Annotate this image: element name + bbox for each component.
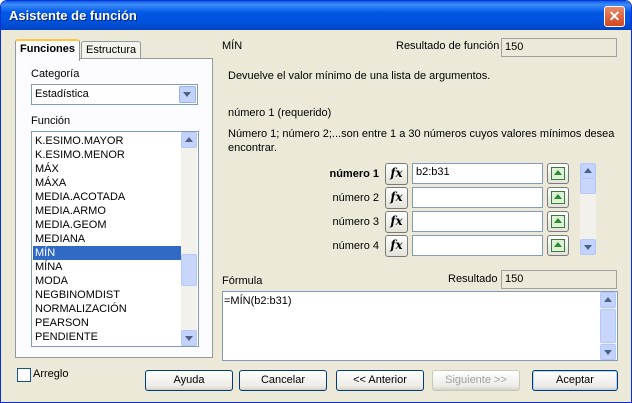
shrink-icon[interactable]: [547, 163, 569, 184]
array-checkbox[interactable]: [17, 368, 31, 382]
functions-panel: Categoría Estadística Función K.ESIMO.MA…: [15, 58, 213, 358]
arguments-scrollbar[interactable]: [580, 163, 596, 255]
list-item[interactable]: MEDIA.ACOTADA: [33, 190, 182, 204]
list-item[interactable]: MÍNA: [33, 260, 182, 274]
ok-button[interactable]: Aceptar: [532, 370, 618, 391]
shrink-icon[interactable]: [547, 187, 569, 208]
formula-label: Fórmula: [222, 275, 263, 287]
scroll-down-icon[interactable]: [600, 344, 616, 360]
list-item[interactable]: MEDIANA: [33, 232, 182, 246]
list-item[interactable]: MEDIA.ARMO: [33, 204, 182, 218]
argument-title: número 1 (requerido): [228, 107, 332, 119]
scroll-up-icon[interactable]: [181, 132, 197, 148]
argument-description-line2: encontrar.: [228, 142, 277, 154]
scroll-thumb[interactable]: [580, 178, 596, 194]
cancel-button[interactable]: Cancelar: [239, 370, 327, 391]
arg-1-input[interactable]: b2:b31: [412, 163, 543, 184]
function-result-label: Resultado de función: [396, 40, 500, 52]
fx-icon[interactable]: fx: [385, 235, 408, 257]
formula-result-label: Resultado: [448, 273, 498, 285]
array-checkbox-label: Arreglo: [33, 368, 69, 380]
formula-editor[interactable]: =MÍN(b2:b31): [222, 291, 618, 361]
function-description: Devuelve el valor mínimo de una lista de…: [228, 70, 491, 82]
list-item[interactable]: K.ESIMO.MENOR: [33, 148, 182, 162]
arg-4-label: número 4: [332, 240, 379, 252]
fx-icon[interactable]: fx: [385, 187, 408, 209]
function-name: MÍN: [222, 40, 243, 52]
arg-2-label: número 2: [332, 192, 379, 204]
function-result-field: 150: [501, 38, 617, 57]
arg-1-value: b2:b31: [416, 166, 450, 178]
scroll-up-icon[interactable]: [600, 292, 616, 308]
list-item[interactable]: MÁX: [33, 162, 182, 176]
scroll-thumb[interactable]: [600, 309, 616, 343]
formula-result-value: 150: [505, 273, 524, 285]
title-bar[interactable]: Asistente de función ✕: [1, 1, 631, 30]
next-button[interactable]: Siguiente >>: [432, 370, 520, 391]
scroll-thumb[interactable]: [181, 254, 197, 286]
formula-text: =MÍN(b2:b31): [224, 295, 292, 307]
scroll-down-icon[interactable]: [580, 239, 596, 255]
category-value: Estadística: [35, 88, 89, 100]
category-label: Categoría: [31, 68, 80, 80]
arg-4-input[interactable]: [412, 235, 543, 256]
list-item[interactable]: MÁXA: [33, 176, 182, 190]
shrink-icon[interactable]: [547, 235, 569, 256]
formula-scrollbar[interactable]: [600, 292, 616, 360]
function-wizard-dialog: Asistente de función ✕ Funciones Estruct…: [0, 0, 632, 403]
fx-icon[interactable]: fx: [385, 211, 408, 233]
list-item[interactable]: NEGBINOMDIST: [33, 288, 182, 302]
function-label: Función: [31, 115, 71, 127]
back-button[interactable]: << Anterior: [336, 370, 424, 391]
window-title: Asistente de función: [9, 8, 137, 23]
scroll-up-icon[interactable]: [580, 163, 596, 179]
list-item[interactable]: NORMALIZACIÓN: [33, 302, 182, 316]
arg-3-label: número 3: [332, 216, 379, 228]
list-item-selected[interactable]: MÍN: [33, 246, 182, 260]
chevron-down-icon[interactable]: [179, 86, 196, 103]
arg-2-input[interactable]: [412, 187, 543, 208]
scroll-down-icon[interactable]: [181, 330, 197, 346]
close-icon[interactable]: ✕: [604, 6, 625, 27]
list-item[interactable]: MEDIA.GEOM: [33, 218, 182, 232]
argument-description-line1: Número 1; número 2;...son entre 1 a 30 n…: [228, 128, 615, 140]
function-list-scrollbar[interactable]: [181, 132, 197, 346]
list-item[interactable]: MODA: [33, 274, 182, 288]
function-list[interactable]: K.ESIMO.MAYOR K.ESIMO.MENOR MÁX MÁXA MED…: [31, 131, 199, 347]
list-item[interactable]: K.ESIMO.MAYOR: [33, 134, 182, 148]
function-result-value: 150: [505, 41, 524, 53]
tab-funciones[interactable]: Funciones: [15, 39, 81, 61]
list-item[interactable]: PEARSON: [33, 316, 182, 330]
formula-result-field: 150: [501, 270, 617, 289]
arg-1-label: número 1: [329, 168, 379, 180]
arg-3-input[interactable]: [412, 211, 543, 232]
help-button[interactable]: Ayuda: [145, 370, 233, 391]
shrink-icon[interactable]: [547, 211, 569, 232]
category-select[interactable]: Estadística: [31, 84, 198, 105]
list-item[interactable]: PENDIENTE: [33, 330, 182, 344]
fx-icon[interactable]: fx: [385, 163, 408, 185]
